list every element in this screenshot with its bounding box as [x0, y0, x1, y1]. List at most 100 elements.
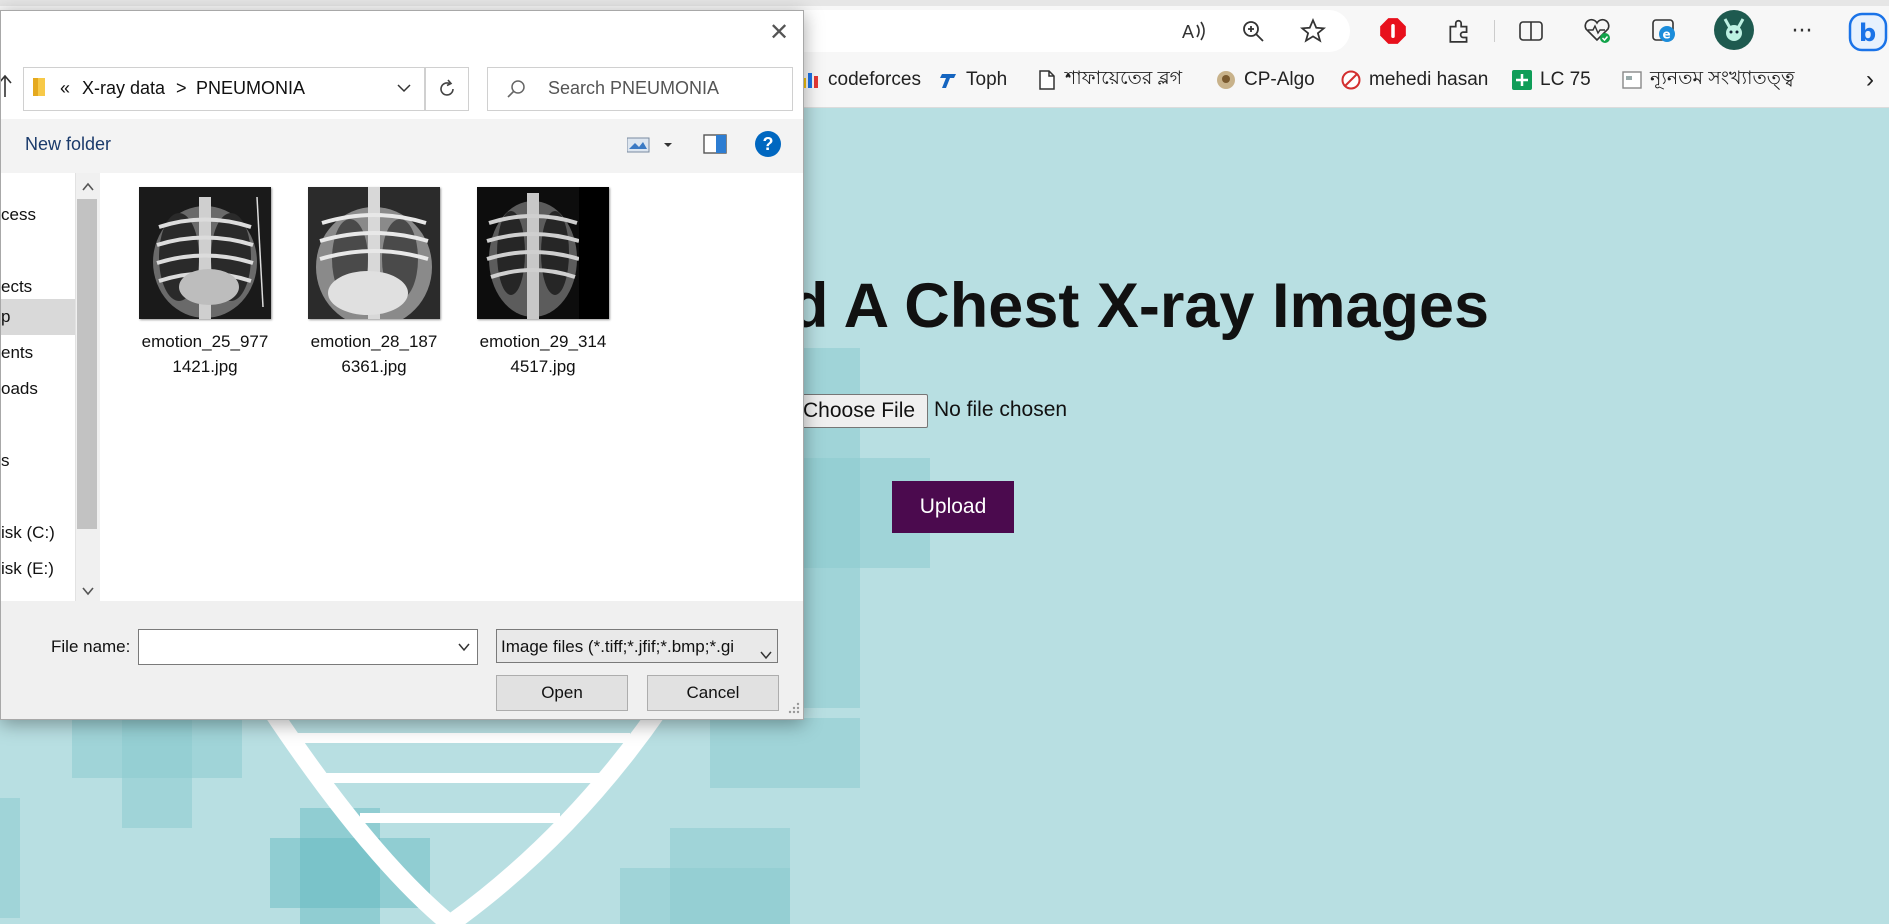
page-title: d A Chest X-ray Images	[790, 271, 1490, 341]
cancel-label: Cancel	[686, 683, 740, 702]
address-breadcrumb[interactable]: « X-ray data > PNEUMONIA	[23, 67, 425, 111]
file-name: emotion_28_187 6361.jpg	[310, 332, 438, 376]
scroll-down-chevron-icon[interactable]	[82, 583, 94, 596]
bookmark-toph[interactable]: Toph	[938, 66, 1007, 94]
xray-thumbnail	[308, 187, 440, 319]
cancel-button[interactable]: Cancel	[647, 675, 779, 711]
navigation-pane: cess ects p ents oads s isk (C:) isk (E:…	[1, 173, 75, 601]
nav-item-videos[interactable]: s	[1, 451, 10, 471]
file-type-value: Image files (*.tiff;*.jfif;*.bmp;*.gi	[501, 637, 735, 656]
xray-thumbnail	[477, 187, 609, 319]
cp-algo-icon	[1216, 70, 1236, 90]
dialog-toolbar: New folder ?	[1, 119, 803, 173]
dialog-titlebar: ✕	[1, 11, 803, 53]
favorite-star-icon[interactable]	[1295, 13, 1331, 49]
search-input[interactable]: Search PNEUMONIA	[487, 67, 793, 111]
resize-grip-icon[interactable]	[787, 701, 801, 715]
bookmark-label: শাফায়েতের ব্লগ	[1065, 68, 1183, 89]
chevron-down-icon[interactable]	[396, 80, 412, 96]
dna-helix-graphic	[262, 708, 668, 924]
refresh-icon[interactable]	[425, 67, 469, 111]
extensions-icon[interactable]	[1441, 13, 1477, 49]
file-name: emotion_25_977 1421.jpg	[141, 332, 269, 376]
bookmark-label: codeforces	[828, 69, 921, 90]
profile-avatar[interactable]	[1714, 10, 1754, 50]
nav-item-desktop[interactable]: p	[1, 299, 75, 335]
background-cross-decoration	[0, 798, 20, 918]
nav-item-documents[interactable]: ents	[1, 343, 33, 363]
split-screen-icon[interactable]	[1513, 13, 1549, 49]
bookmark-number-theory[interactable]: ন্যূনতম সংখ্যাতত্ত্ব	[1622, 66, 1795, 94]
bookmarks-overflow-chevron-icon[interactable]: ›	[1866, 66, 1874, 94]
open-label: Open	[541, 683, 583, 702]
breadcrumb-pneumonia[interactable]: PNEUMONIA	[196, 78, 305, 99]
nav-item-quick-access[interactable]: cess	[1, 205, 36, 225]
chevron-down-icon[interactable]	[457, 640, 471, 654]
more-icon[interactable]: ···	[1784, 13, 1820, 49]
bookmark-label: Toph	[966, 69, 1008, 90]
new-folder-button[interactable]: New folder	[25, 134, 111, 155]
file-open-dialog: ✕ « X-ray data > PNEUMONIA Search PNEUMO…	[0, 10, 804, 720]
bookmarks-bar: codeforces Toph শাফায়েতের ব্লগ CP-Algo …	[790, 62, 1889, 96]
bookmark-label: LC 75	[1540, 69, 1591, 90]
toph-icon	[938, 70, 958, 90]
bookmark-mehedi-hasan[interactable]: mehedi hasan	[1341, 66, 1488, 94]
help-glyph: ?	[762, 133, 774, 154]
file-type-select[interactable]: Image files (*.tiff;*.jfif;*.bmp;*.gi	[496, 629, 778, 663]
file-status-text: No file chosen	[934, 398, 1068, 421]
file-name-input[interactable]	[138, 629, 478, 665]
more-glyph: ···	[1791, 18, 1813, 44]
read-aloud-icon[interactable]: A	[1176, 13, 1212, 49]
tab-strip	[0, 0, 1889, 6]
bookmark-lc75[interactable]: LC 75	[1512, 66, 1591, 94]
view-options-icon[interactable]	[626, 133, 675, 157]
bookmark-label: CP-Algo	[1244, 69, 1315, 90]
open-button[interactable]: Open	[496, 675, 628, 711]
collections-icon[interactable]: e	[1646, 13, 1682, 49]
file-name: emotion_29_314 4517.jpg	[479, 332, 607, 376]
upload-label: Upload	[919, 495, 987, 518]
plus-square-icon	[1512, 70, 1532, 90]
overflow-glyph: ›	[1866, 66, 1874, 93]
stop-icon	[1341, 70, 1361, 90]
search-placeholder: Search PNEUMONIA	[548, 78, 720, 98]
nav-item-local-disk-e[interactable]: isk (E:)	[1, 559, 54, 579]
bookmark-label: ন্যূনতম সংখ্যাতত্ত্ব	[1650, 68, 1795, 89]
nav-item-local-disk-c[interactable]: isk (C:)	[1, 523, 55, 543]
search-icon	[506, 79, 528, 101]
file-item[interactable]: emotion_29_314 4517.jpg	[468, 187, 618, 379]
file-item[interactable]: emotion_28_187 6361.jpg	[299, 187, 449, 379]
nav-item-downloads[interactable]: oads	[1, 379, 38, 399]
close-glyph: ✕	[768, 18, 790, 46]
bookmark-label: mehedi hasan	[1369, 69, 1489, 90]
zoom-icon[interactable]	[1235, 13, 1271, 49]
document-icon	[1037, 70, 1057, 90]
breadcrumb-xray-data[interactable]: X-ray data	[82, 78, 165, 99]
scroll-up-chevron-icon[interactable]	[82, 179, 94, 191]
folder-icon	[32, 76, 50, 100]
adblock-icon[interactable]	[1375, 13, 1411, 49]
dialog-footer: File name: Image files (*.tiff;*.jfif;*.…	[1, 601, 803, 719]
bookmark-shafaet-blog[interactable]: শাফায়েতের ব্লগ	[1037, 66, 1182, 94]
preview-pane-icon[interactable]	[703, 133, 729, 157]
close-icon[interactable]: ✕	[761, 18, 797, 46]
svg-text:e: e	[1663, 28, 1671, 42]
breadcrumb-overflow[interactable]: «	[60, 78, 70, 99]
help-icon[interactable]: ?	[755, 131, 781, 157]
nav-item-3d-objects[interactable]: ects	[1, 277, 32, 297]
breadcrumb-separator: >	[176, 78, 187, 98]
svg-text:b: b	[1859, 19, 1876, 47]
upload-button[interactable]: Upload	[892, 481, 1014, 533]
dialog-body: cess ects p ents oads s isk (C:) isk (E:…	[1, 173, 803, 601]
page-icon	[1622, 70, 1642, 90]
bookmark-cp-algo[interactable]: CP-Algo	[1216, 66, 1315, 94]
nav-item-label: p	[1, 307, 11, 326]
up-arrow-icon[interactable]	[1, 71, 15, 101]
bookmark-codeforces[interactable]: codeforces	[800, 66, 921, 94]
browser-essentials-icon[interactable]	[1579, 13, 1615, 49]
chevron-down-icon[interactable]	[759, 640, 773, 660]
file-item[interactable]: emotion_25_977 1421.jpg	[130, 187, 280, 379]
copilot-icon[interactable]: b	[1848, 10, 1888, 52]
nav-scrollbar-thumb[interactable]	[77, 199, 97, 529]
choose-file-button[interactable]: Choose File	[790, 394, 929, 428]
